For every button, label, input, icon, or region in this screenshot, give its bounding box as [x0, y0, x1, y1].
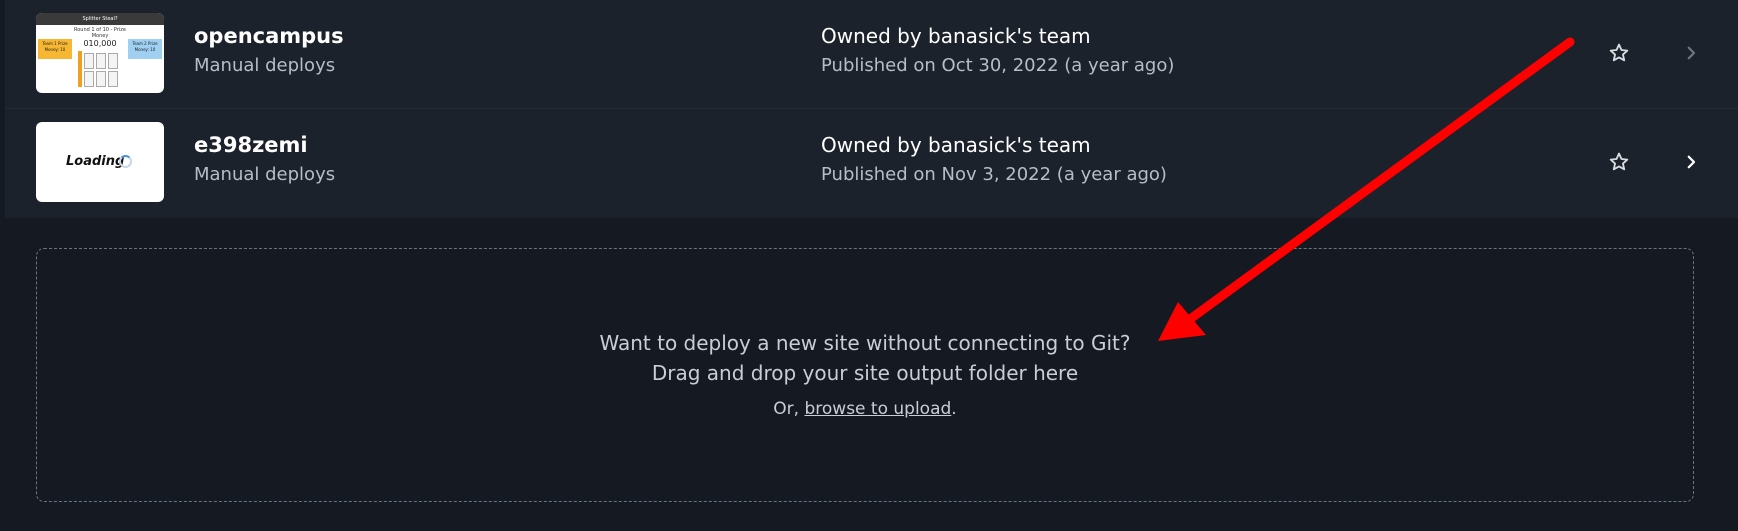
- deploy-type: Manual deploys: [194, 164, 336, 185]
- site-thumbnail-loading[interactable]: Loading: [36, 122, 164, 202]
- chevron-right-icon[interactable]: [1682, 153, 1700, 171]
- thumbnail-round: Round 1 of 10 - Prize Money: [73, 27, 126, 39]
- site-name[interactable]: e398zemi: [194, 133, 308, 157]
- drag-and-drop-zone[interactable]: Want to deploy a new site without connec…: [36, 248, 1694, 502]
- site-owner: Owned by banasick's team: [821, 133, 1091, 157]
- spinner-icon: [119, 155, 132, 168]
- thumbnail-center: Round 1 of 10 - Prize Money 010,000: [72, 27, 128, 49]
- chevron-right-icon[interactable]: [1682, 44, 1700, 62]
- browse-suffix: .: [951, 399, 957, 419]
- published-date: Published on Oct 30, 2022 (a year ago): [821, 55, 1175, 76]
- thumbnail-grid: [78, 53, 126, 89]
- site-list: Splitter Steal? Round 1 of 10 - Prize Mo…: [5, 0, 1738, 218]
- thumbnail-team-right: Team 2 Prize Money: 10: [128, 39, 162, 59]
- site-name[interactable]: opencampus: [194, 24, 344, 48]
- dropzone-instruction: Drag and drop your site output folder he…: [651, 361, 1079, 385]
- site-row-e398zemi[interactable]: Loading e398zemi Manual deploys Owned by…: [5, 109, 1738, 218]
- site-thumbnail[interactable]: Splitter Steal? Round 1 of 10 - Prize Mo…: [36, 13, 164, 93]
- thumbnail-amount: 010,000: [83, 39, 117, 48]
- star-outline-icon[interactable]: [1608, 151, 1630, 173]
- sites-page: Splitter Steal? Round 1 of 10 - Prize Mo…: [0, 0, 1738, 531]
- browse-to-upload-link[interactable]: browse to upload: [804, 399, 951, 419]
- published-date: Published on Nov 3, 2022 (a year ago): [821, 164, 1167, 185]
- loading-label: Loading: [66, 154, 125, 169]
- site-owner: Owned by banasick's team: [821, 24, 1091, 48]
- thumbnail-header: Splitter Steal?: [36, 13, 164, 25]
- site-row-opencampus[interactable]: Splitter Steal? Round 1 of 10 - Prize Mo…: [5, 0, 1738, 109]
- browse-prefix: Or,: [773, 399, 805, 419]
- deploy-type: Manual deploys: [194, 55, 336, 76]
- dropzone-heading: Want to deploy a new site without connec…: [599, 331, 1131, 355]
- star-outline-icon[interactable]: [1608, 42, 1630, 64]
- dropzone-browse-line: Or, browse to upload.: [37, 399, 1693, 419]
- thumbnail-team-left: Team 1 Prize Money: 10: [38, 39, 72, 59]
